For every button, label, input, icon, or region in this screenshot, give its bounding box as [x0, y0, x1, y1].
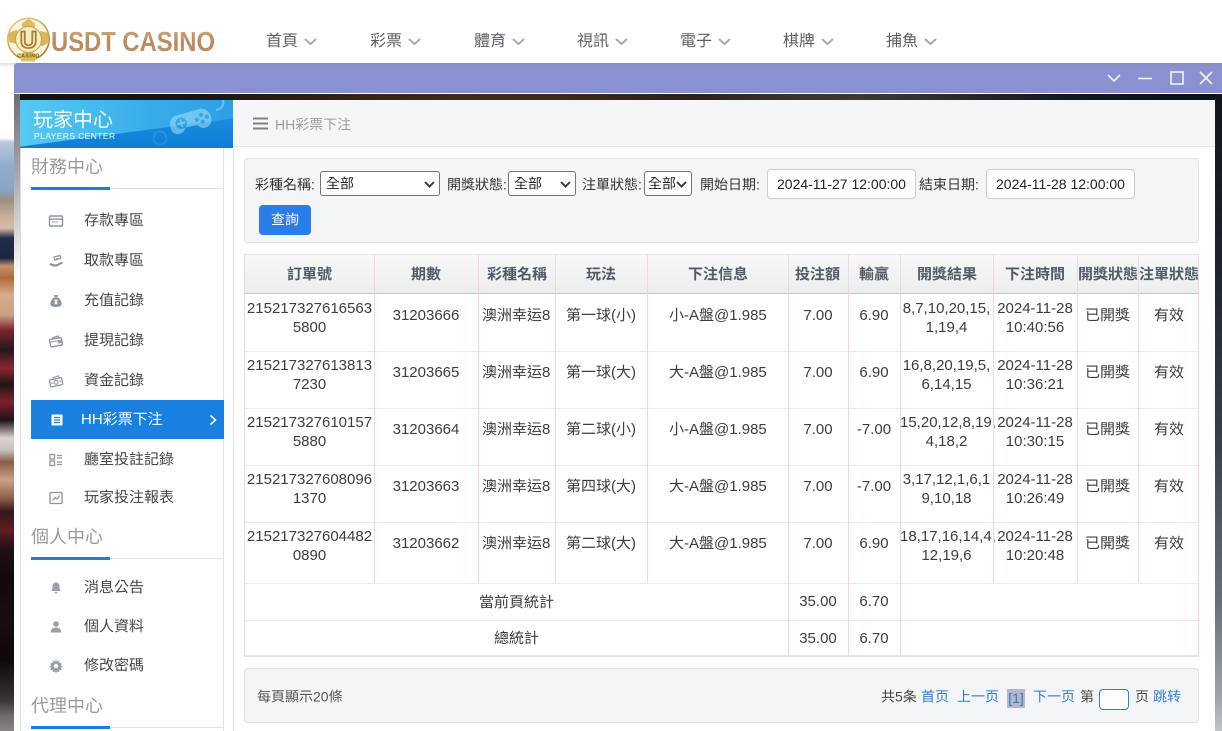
- svg-text:8: 8: [542, 535, 550, 551]
- svg-text:U: U: [20, 27, 37, 54]
- svg-text:): ): [631, 535, 636, 551]
- svg-text:(: (: [611, 307, 616, 323]
- svg-text:-A: -A: [684, 478, 699, 494]
- svg-text:(: (: [611, 421, 616, 437]
- svg-text:5: 5: [895, 689, 903, 704]
- svg-text:8: 8: [542, 478, 550, 494]
- svg-text::: :: [638, 177, 642, 192]
- svg-text:@1.985: @1.985: [714, 535, 767, 551]
- svg-text:HH: HH: [275, 117, 295, 132]
- svg-text:(: (: [611, 478, 616, 494]
- svg-text:20: 20: [313, 689, 329, 704]
- svg-text::: :: [756, 177, 760, 192]
- svg-text:(: (: [611, 364, 616, 380]
- svg-text:(: (: [611, 535, 616, 551]
- svg-text:HH: HH: [81, 411, 103, 427]
- svg-text:-A: -A: [684, 535, 699, 551]
- svg-text:-A: -A: [684, 307, 699, 323]
- svg-text:): ): [631, 421, 636, 437]
- svg-text:@1.985: @1.985: [714, 478, 767, 494]
- svg-text:@1.985: @1.985: [714, 307, 767, 323]
- svg-text:CASINO: CASINO: [17, 54, 39, 60]
- svg-text::: :: [311, 177, 315, 192]
- svg-text:@1.985: @1.985: [714, 364, 767, 380]
- svg-text:): ): [631, 478, 636, 494]
- svg-text:): ): [631, 364, 636, 380]
- svg-text:-A: -A: [684, 421, 699, 437]
- svg-text:-A: -A: [684, 364, 699, 380]
- svg-text::: :: [503, 177, 507, 192]
- svg-text::: :: [975, 177, 979, 192]
- svg-text:@1.985: @1.985: [714, 421, 767, 437]
- svg-text:): ): [631, 307, 636, 323]
- svg-text:8: 8: [542, 421, 550, 437]
- svg-text:8: 8: [542, 307, 550, 323]
- svg-text:8: 8: [542, 364, 550, 380]
